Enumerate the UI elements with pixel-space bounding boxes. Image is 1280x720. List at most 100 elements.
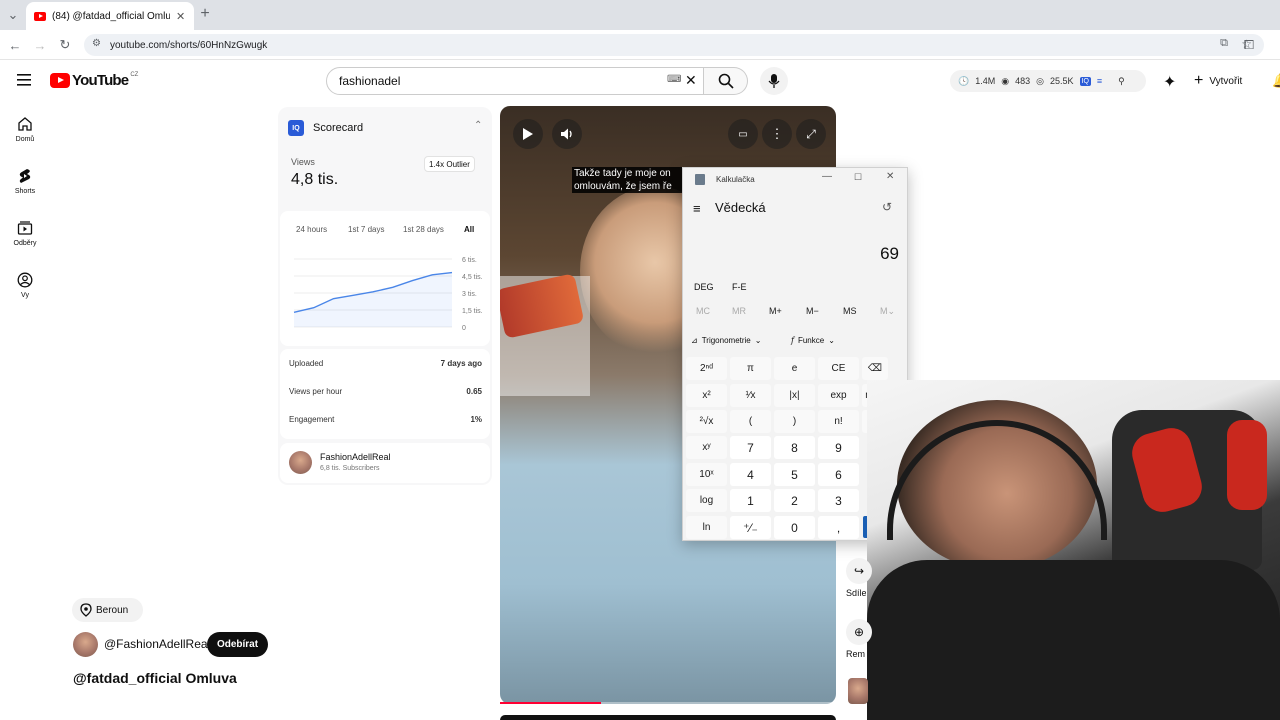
- calc-key[interactable]: 5: [774, 463, 815, 486]
- nav-you[interactable]: Vy: [6, 272, 44, 299]
- calc-key[interactable]: 10ˣ: [686, 463, 727, 486]
- history-icon[interactable]: ↺: [882, 200, 892, 214]
- volume-button[interactable]: [552, 119, 582, 149]
- calc-key[interactable]: e: [774, 357, 815, 380]
- url-bar[interactable]: ⚙ youtube.com/shorts/60HnNzGwugk ⧉ ☆: [84, 34, 1264, 56]
- memory-key[interactable]: MS: [843, 306, 857, 316]
- calc-key[interactable]: 9: [818, 436, 859, 459]
- calc-key[interactable]: 0: [774, 516, 815, 539]
- search-button[interactable]: [704, 67, 748, 95]
- nav-home[interactable]: Domů: [6, 116, 44, 143]
- calc-key[interactable]: 6: [818, 463, 859, 486]
- tab-first-28-days[interactable]: 1st 28 days: [403, 225, 444, 234]
- keyboard-icon[interactable]: ⌨: [667, 74, 681, 85]
- nav-label: Odběry: [13, 240, 37, 247]
- row-value: 0.65: [466, 387, 482, 396]
- voice-search-button[interactable]: [760, 67, 788, 95]
- calc-key[interactable]: 8: [774, 436, 815, 459]
- reload-icon[interactable]: ↻: [56, 36, 74, 54]
- memory-key[interactable]: M⌄: [880, 306, 895, 317]
- calc-key[interactable]: 7: [730, 436, 771, 459]
- new-tab-button[interactable]: +: [196, 5, 214, 23]
- more-options-button[interactable]: ⋮: [762, 119, 792, 149]
- browser-tab-active[interactable]: (84) @fatdad_official Omluva - ✕: [26, 2, 194, 30]
- create-button[interactable]: + Vytvořit: [1188, 68, 1260, 94]
- calc-key[interactable]: 4: [730, 463, 771, 486]
- calc-key[interactable]: 2: [774, 489, 815, 512]
- logo-text: YouTube: [72, 72, 129, 89]
- memory-key[interactable]: MC: [696, 306, 710, 316]
- nav-menu-icon[interactable]: ≡: [693, 201, 701, 216]
- calc-key[interactable]: ⁺⁄₋: [730, 516, 771, 539]
- tab-24-hours[interactable]: 24 hours: [296, 225, 327, 234]
- calc-key[interactable]: 1: [730, 489, 771, 512]
- calc-key[interactable]: log: [686, 489, 727, 512]
- tab-all[interactable]: All: [464, 225, 474, 234]
- scorecard-panel: IQ Scorecard ⌃ Views 4,8 tis. 1.4x Outli…: [278, 107, 492, 485]
- clear-search-icon[interactable]: ✕: [685, 72, 697, 89]
- calc-key[interactable]: 2ⁿᵈ: [686, 357, 727, 380]
- tab-search-chevron-icon[interactable]: ⌄: [4, 6, 22, 24]
- search-input[interactable]: fashionadel ⌨ ✕: [326, 67, 704, 95]
- functions-dropdown[interactable]: f Funkce ⌄: [791, 336, 835, 345]
- share-action[interactable]: ↪ Sdíle: [846, 558, 872, 598]
- notifications-bell-icon[interactable]: 🔔: [1272, 72, 1280, 89]
- calc-key[interactable]: π: [730, 357, 771, 380]
- forward-arrow-icon[interactable]: →: [31, 36, 49, 54]
- subscribe-button[interactable]: Odebírat: [207, 632, 268, 657]
- calc-key[interactable]: ln: [686, 516, 727, 539]
- extensions-icon[interactable]: ⧠: [1240, 36, 1258, 54]
- calc-key[interactable]: exp: [818, 384, 859, 407]
- studio-icon[interactable]: ✦: [1163, 72, 1176, 92]
- sound-thumbnail[interactable]: [848, 678, 868, 704]
- remix-action[interactable]: ⊕ Rem: [846, 619, 872, 659]
- calc-key[interactable]: 3: [818, 489, 859, 512]
- memory-key[interactable]: MR: [732, 306, 746, 316]
- trigonometry-dropdown[interactable]: ⊿ Trigonometrie ⌄: [691, 336, 761, 345]
- deg-button[interactable]: DEG: [694, 282, 714, 292]
- calc-key[interactable]: (: [730, 410, 771, 433]
- channel-handle[interactable]: @FashionAdellReal: [104, 637, 210, 651]
- minimize-icon[interactable]: —: [822, 171, 832, 182]
- list-icon[interactable]: ≡: [1097, 76, 1102, 86]
- row-value: 7 days ago: [440, 359, 482, 368]
- location-label: Beroun: [96, 604, 129, 616]
- extension-stats-bar[interactable]: 🕓 1.4M ◉ 483 ◎ 25.5K IQ ≡ ⚲: [950, 70, 1146, 92]
- memory-key[interactable]: M+: [769, 306, 782, 316]
- collapse-chevron-icon[interactable]: ⌃: [474, 120, 482, 131]
- fe-button[interactable]: F-E: [732, 282, 747, 292]
- channel-avatar[interactable]: [73, 632, 98, 657]
- calc-key[interactable]: CE: [818, 357, 859, 380]
- calc-key[interactable]: ¹⁄x: [730, 384, 771, 407]
- calc-key[interactable]: n!: [818, 410, 859, 433]
- memory-key[interactable]: M−: [806, 306, 819, 316]
- calc-key[interactable]: |x|: [774, 384, 815, 407]
- install-app-icon[interactable]: ⧉: [1220, 37, 1228, 50]
- chart-area: [294, 272, 452, 327]
- maximize-icon[interactable]: ☐: [854, 172, 862, 183]
- calc-key[interactable]: xʸ: [686, 436, 727, 459]
- iq-extension-icon[interactable]: IQ: [1079, 76, 1091, 86]
- play-button[interactable]: [513, 119, 543, 149]
- back-arrow-icon[interactable]: ←: [6, 36, 24, 54]
- calc-key[interactable]: x²: [686, 384, 727, 407]
- tab-first-7-days[interactable]: 1st 7 days: [348, 225, 384, 234]
- youtube-logo[interactable]: YouTube CZ: [50, 72, 138, 89]
- captions-button[interactable]: ▭: [728, 119, 758, 149]
- calc-key[interactable]: ⌫: [862, 357, 888, 380]
- hamburger-menu-icon[interactable]: [16, 72, 34, 88]
- views-label: Views: [291, 157, 315, 167]
- tab-close-icon[interactable]: ✕: [176, 10, 185, 23]
- site-info-icon[interactable]: ⚙: [92, 38, 101, 49]
- calc-key[interactable]: ): [774, 410, 815, 433]
- calc-key[interactable]: ,: [818, 516, 859, 539]
- tag-icon[interactable]: ⚲: [1118, 76, 1125, 87]
- iq-badge-icon: IQ: [288, 120, 304, 136]
- nav-subscriptions[interactable]: Odběry: [6, 220, 44, 247]
- location-chip[interactable]: Beroun: [72, 598, 143, 622]
- fullscreen-button[interactable]: ⤢: [796, 119, 826, 149]
- close-window-icon[interactable]: ✕: [886, 171, 894, 182]
- channel-card[interactable]: FashionAdellReal 6,8 tis. Subscribers: [280, 443, 490, 483]
- calc-key[interactable]: ²√x: [686, 410, 727, 433]
- nav-shorts[interactable]: Shorts: [6, 168, 44, 195]
